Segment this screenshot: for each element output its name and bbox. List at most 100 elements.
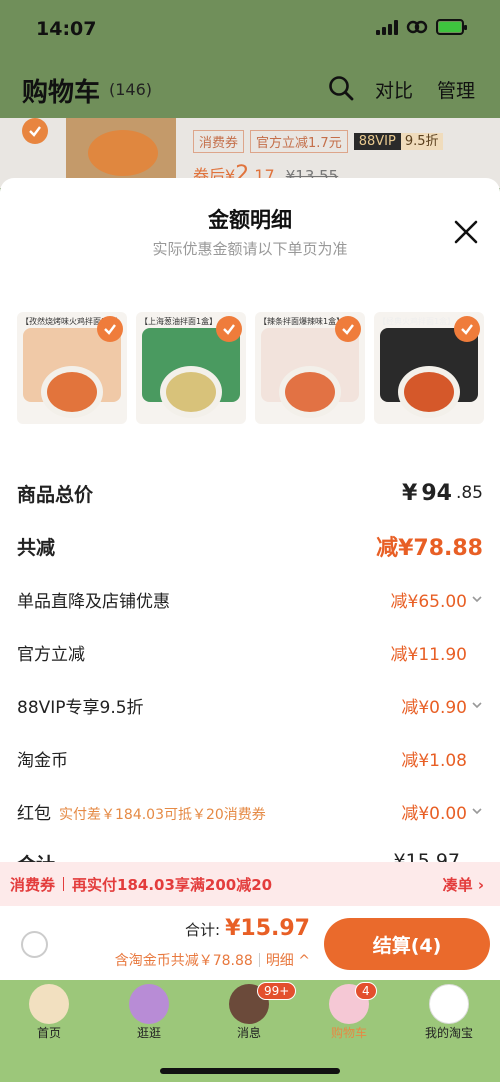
row-coins: 淘金币 减¥1.08: [17, 743, 483, 773]
tab-messages[interactable]: 99+ 消息: [209, 982, 297, 1041]
check-icon: [223, 324, 235, 335]
row-total-discount: 共减 减¥78.88: [17, 531, 483, 561]
product-thumbnail[interactable]: [66, 118, 176, 186]
product-check[interactable]: [216, 316, 242, 342]
row-label: 红包: [17, 803, 51, 824]
row-value-wrap: 减¥0.00: [401, 799, 483, 824]
battery-icon: [436, 19, 467, 35]
home-avatar-icon: [29, 984, 69, 1024]
promo-divider: [63, 877, 65, 891]
value-dec: .85: [455, 483, 483, 503]
add-items-link[interactable]: 凑单 ›: [443, 874, 484, 895]
cart-header: 购物车 (146) 对比 管理: [0, 58, 500, 118]
currency: ¥: [402, 480, 418, 506]
search-icon[interactable]: [328, 75, 354, 101]
manage-button[interactable]: 管理: [437, 76, 475, 103]
detail-toggle[interactable]: 明细 ^: [266, 950, 310, 970]
row-label: 官方立减: [17, 644, 85, 665]
status-time: 14:07: [36, 18, 97, 40]
row-value: 减¥78.88: [376, 536, 483, 561]
noodle-image: [285, 372, 335, 412]
noodle-image: [166, 372, 216, 412]
tab-label: 我的淘宝: [424, 1026, 473, 1040]
tab-profile[interactable]: 我的淘宝: [409, 984, 489, 1041]
official-discount-tag: 官方立减1.7元: [250, 130, 348, 153]
row-value: 减¥0.00: [401, 803, 467, 824]
row-red-packet[interactable]: 红包 实付差￥184.03可抵￥20消费券 减¥0.00: [17, 796, 483, 826]
row-label-wrap: 红包 实付差￥184.03可抵￥20消费券: [17, 799, 266, 824]
product-check[interactable]: [335, 316, 361, 342]
product-card[interactable]: 【上海葱油拌面1盒】: [136, 312, 246, 424]
noodle-image: [404, 372, 454, 412]
divider: [258, 953, 260, 967]
row-total-price: 商品总价 ¥94.85: [17, 478, 483, 508]
checkout-bar: 合计: ¥15.97 含淘金币共减￥78.88 明细 ^ 结算(4): [0, 906, 500, 980]
sum-line: 合计: ¥15.97: [185, 916, 310, 941]
row-label: 淘金币: [17, 750, 68, 771]
status-bar: 14:07: [0, 0, 500, 58]
tab-browse[interactable]: 逛逛: [109, 984, 189, 1041]
row-label: 商品总价: [17, 483, 94, 506]
product-card[interactable]: 【经典火鸡拌面1盒】: [374, 312, 484, 424]
check-icon: [104, 324, 116, 335]
product-caption: 【上海葱油拌面1盒】: [140, 317, 218, 326]
product-card[interactable]: 【孜然烧烤味火鸡拌面1盒】: [17, 312, 127, 424]
product-check[interactable]: [97, 316, 123, 342]
row-value: 减¥11.90: [390, 644, 467, 665]
tab-label: 消息: [236, 1026, 261, 1040]
checkout-button[interactable]: 结算(4): [324, 918, 490, 970]
row-value: 减¥1.08: [401, 750, 467, 771]
row-store-discount[interactable]: 单品直降及店铺优惠 减¥65.00: [17, 584, 483, 614]
red-packet-note: 实付差￥184.03可抵￥20消费券: [59, 806, 266, 823]
vip-discount-tag: 9.5折: [400, 133, 443, 150]
noodle-image: [47, 372, 97, 412]
product-card[interactable]: 【辣条拌面爆辣味1盒】: [255, 312, 365, 424]
cart-count: (146): [109, 80, 153, 99]
sheet-title: 金额明细: [208, 208, 292, 232]
product-caption: 【辣条拌面爆辣味1盒】: [259, 317, 345, 326]
product-check[interactable]: [454, 316, 480, 342]
tab-label: 购物车: [330, 1026, 367, 1040]
browse-avatar-icon: [129, 984, 169, 1024]
page-title: 购物车: [22, 78, 101, 108]
row-label: 单品直降及店铺优惠: [17, 591, 170, 612]
amount-detail-sheet: 金额明细 实际优惠金额请以下单页为准 【孜然烧烤味火鸡拌面1盒】 【上海葱油拌面…: [0, 178, 500, 978]
check-icon: [342, 324, 354, 335]
sum-subline: 含淘金币共减￥78.88 明细 ^: [115, 950, 310, 970]
profile-avatar-icon: [429, 984, 469, 1024]
check-icon: [461, 324, 473, 335]
row-label: 88VIP专享9.5折: [17, 697, 144, 718]
item-tags: 消费券 官方立减1.7元 88VIP 9.5折: [193, 130, 443, 153]
row-value-wrap: 减¥0.90: [401, 693, 483, 718]
close-icon[interactable]: [452, 218, 480, 246]
row-value: ¥94.85: [402, 481, 483, 506]
row-official-discount: 官方立减 减¥11.90: [17, 637, 483, 667]
row-value: 减¥0.90: [401, 697, 467, 718]
chevron-down-icon[interactable]: [471, 699, 483, 711]
coupon-promo-bar[interactable]: 消费券 再实付184.03享满200减20 凑单 ›: [0, 862, 500, 906]
coin-discount-note: 含淘金币共减￥78.88: [114, 953, 253, 969]
sum-label: 合计:: [184, 921, 220, 939]
sum-value: ¥15.97: [225, 916, 310, 941]
chevron-down-icon[interactable]: [471, 593, 483, 605]
coupon-tag: 消费券: [193, 130, 245, 153]
row-label: 共减: [17, 536, 56, 559]
vip-tag: 88VIP: [353, 133, 401, 150]
home-indicator: [160, 1068, 340, 1074]
compare-button[interactable]: 对比: [375, 76, 413, 103]
tab-label: 逛逛: [136, 1026, 161, 1040]
message-badge: 99+: [257, 982, 297, 1000]
row-value-wrap: 减¥65.00: [391, 587, 483, 612]
item-checkbox[interactable]: [22, 118, 48, 144]
row-value: 减¥65.00: [390, 591, 467, 612]
select-all-checkbox[interactable]: [21, 931, 48, 958]
tab-cart[interactable]: 4 购物车: [309, 982, 389, 1041]
promo-tag: 消费券: [10, 875, 56, 894]
check-icon: [29, 126, 41, 137]
chevron-down-icon[interactable]: [471, 805, 483, 817]
status-icons: [376, 19, 467, 35]
product-caption: 【经典火鸡拌面1盒】: [378, 317, 456, 326]
tab-home[interactable]: 首页: [9, 984, 89, 1041]
row-vip-discount[interactable]: 88VIP专享9.5折 减¥0.90: [17, 690, 483, 720]
link-icon: [406, 20, 428, 34]
